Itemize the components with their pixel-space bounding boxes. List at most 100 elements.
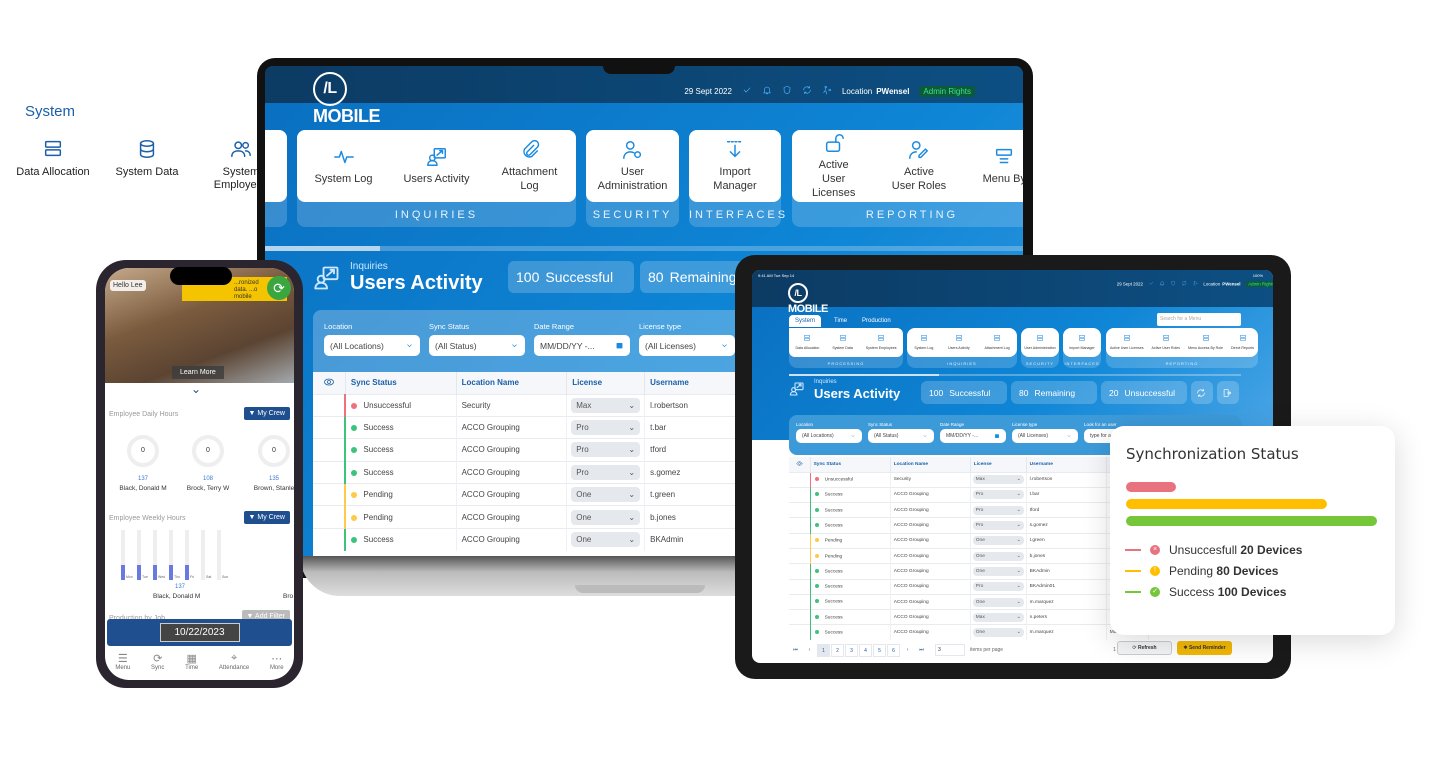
pager-nav-button[interactable]: ⏮ — [789, 647, 802, 653]
page-button[interactable]: 3 — [845, 643, 858, 657]
column-header[interactable]: License — [970, 457, 1027, 472]
table-row[interactable]: Pending ACCO Grouping One ⌄ b.jones — [313, 505, 763, 529]
header-shield-icon-button[interactable] — [782, 85, 792, 97]
header-sync-icon-button[interactable] — [802, 85, 812, 97]
table-row[interactable]: Pending ACCO Grouping One ⌄ t.green — [313, 483, 763, 506]
column-header[interactable]: Sync Status — [810, 457, 891, 472]
license-select[interactable]: One ⌄ — [972, 628, 1024, 638]
stat-successful[interactable]: 100 Successful — [921, 381, 1007, 404]
my-crew-button[interactable]: ▼ My Crew — [243, 407, 290, 420]
system-item[interactable]: Data Allocation — [8, 138, 98, 179]
menu-item[interactable]: System Log — [914, 334, 933, 351]
license-select[interactable]: Pro ⌄ — [571, 442, 641, 458]
menu-item[interactable]: Menu By — [977, 146, 1023, 186]
header-bell-icon-button[interactable] — [1159, 280, 1165, 287]
tab-production[interactable]: Production — [856, 315, 897, 327]
header-logout-icon-button[interactable] — [1192, 280, 1198, 287]
filter-select[interactable]: (All Locations) — [324, 335, 420, 356]
send-reminder-button[interactable]: ✱ Send Reminder — [1177, 641, 1232, 655]
table-row[interactable]: SuccessACCO GroupingPro⌄t.barTrevo — [789, 486, 1149, 503]
menu-item[interactable]: User Administration — [598, 139, 668, 193]
filter-select[interactable]: (All Licenses) — [639, 335, 735, 356]
page-button[interactable]: 4 — [859, 643, 872, 657]
sync-icon[interactable]: ⟳ — [267, 276, 291, 300]
license-select[interactable]: Max ⌄ — [972, 475, 1024, 485]
menu-scrollbar[interactable] — [265, 246, 1023, 251]
export-button[interactable] — [1217, 381, 1239, 404]
nav-time[interactable]: ▦ Time — [185, 652, 198, 671]
nav-sync[interactable]: ⟳ Sync — [151, 652, 164, 671]
license-select[interactable]: Max ⌄ — [972, 612, 1024, 622]
license-select[interactable]: One ⌄ — [972, 597, 1024, 607]
menu-item[interactable]: System Employees — [866, 334, 897, 351]
menu-item[interactable]: Active User Licenses — [806, 132, 861, 200]
pager-nav-button[interactable]: ⏭ — [915, 647, 928, 653]
my-crew-button[interactable]: ▼ My Crew — [243, 511, 290, 524]
table-row[interactable]: PendingACCO GroupingOne⌄t.greenTom — [789, 532, 1149, 549]
pager-nav-button[interactable]: ‹ — [803, 647, 816, 653]
column-header[interactable]: Location Name — [890, 457, 971, 472]
license-select[interactable]: Pro ⌄ — [571, 464, 641, 480]
menu-item[interactable]: Active User Roles — [1152, 334, 1180, 351]
license-select[interactable]: One ⌄ — [571, 509, 641, 525]
license-select[interactable]: One ⌄ — [571, 487, 641, 503]
table-row[interactable]: SuccessACCO GroupingMax⌄n.petersNick — [789, 609, 1149, 625]
pager-nav-button[interactable]: › — [901, 647, 914, 653]
menu-item[interactable]: Menu Access By Role — [1188, 334, 1223, 351]
menu-item[interactable]: Direct Reports — [1231, 334, 1254, 351]
table-row[interactable]: Success ACCO Grouping Pro ⌄ t.bar — [313, 415, 763, 439]
per-page-select[interactable]: 3 — [935, 644, 965, 656]
table-row[interactable]: Success ACCO Grouping One ⌄ BKAdmin — [313, 527, 763, 551]
table-row[interactable]: Success ACCO Grouping Pro ⌄ tford — [313, 438, 763, 462]
nav-menu[interactable]: ☰ Menu — [115, 652, 130, 671]
license-select[interactable]: One ⌄ — [571, 532, 641, 548]
column-header[interactable]: License — [566, 372, 646, 394]
menu-item[interactable]: Attachment Log — [495, 139, 565, 193]
table-row[interactable]: SuccessACCO GroupingOne⌄m.marquezMartin — [789, 593, 1149, 610]
refresh-button[interactable]: ⟳ Refresh — [1117, 641, 1172, 655]
stat-unsuccessful[interactable]: 20 Unsuccessful — [1101, 381, 1187, 404]
header-sync-icon-button[interactable] — [1181, 280, 1187, 287]
nav-attendance[interactable]: ⌖ Attendance — [219, 652, 249, 671]
license-select[interactable]: One ⌄ — [972, 551, 1024, 561]
header-check-icon-button[interactable] — [1148, 280, 1154, 287]
menu-item[interactable]: User Administration — [1024, 334, 1056, 351]
filter-select[interactable]: MM/DD/YY -... — [534, 335, 630, 356]
tab-time[interactable]: Time — [828, 315, 853, 327]
table-row[interactable]: PendingACCO GroupingOne⌄b.jonesBill — [789, 547, 1149, 564]
page-button[interactable]: 1 — [817, 643, 830, 657]
admin-rights-badge[interactable]: Admin Rights — [919, 85, 975, 97]
menu-search-input[interactable]: Search for a Menu — [1157, 313, 1241, 326]
table-row[interactable]: Unsuccessful Security Max ⌄ l.robertson — [313, 393, 763, 417]
column-visibility-button[interactable] — [789, 457, 811, 472]
refresh-button[interactable] — [1191, 381, 1213, 404]
table-row[interactable]: UnsuccessfulSecurityMax⌄l.robertsonLee — [789, 471, 1149, 488]
license-select[interactable]: Pro ⌄ — [571, 420, 641, 436]
menu-item[interactable]: Active User Licenses — [1110, 334, 1144, 351]
learn-more-button[interactable]: Learn More — [172, 366, 224, 379]
license-select[interactable]: Pro ⌄ — [972, 505, 1024, 515]
license-select[interactable]: One ⌄ — [972, 566, 1024, 576]
column-header[interactable]: Sync Status — [345, 372, 457, 394]
license-select[interactable]: Pro ⌄ — [972, 521, 1024, 531]
license-select[interactable]: One ⌄ — [972, 536, 1024, 546]
menu-item[interactable]: Attachment Log — [984, 334, 1010, 351]
page-button[interactable]: 2 — [831, 643, 844, 657]
nav-more[interactable]: ⋯ More — [270, 652, 284, 671]
menu-item[interactable]: Import Manager — [1069, 334, 1095, 351]
stat-successful[interactable]: 100 Successful — [508, 261, 634, 293]
license-select[interactable]: Pro ⌄ — [972, 490, 1024, 500]
menu-item[interactable]: Users Activity — [948, 334, 970, 351]
table-row[interactable]: SuccessACCO GroupingOne⌄BKAdminBK Ad — [789, 563, 1149, 580]
menu-item[interactable]: Users Activity — [402, 146, 472, 186]
system-item[interactable]: System Data — [102, 138, 192, 179]
filter-select[interactable]: MM/DD/YY -... — [940, 429, 1006, 443]
column-header[interactable]: Username — [1026, 457, 1107, 472]
filter-select[interactable]: (All Licenses) — [1012, 429, 1078, 443]
stat-remaining[interactable]: 80 Remaining — [1011, 381, 1097, 404]
table-row[interactable]: SuccessACCO GroupingOne⌄m.marquezMartin — [789, 624, 1149, 640]
menu-scrollbar[interactable] — [789, 374, 1241, 376]
expand-chevron-icon[interactable]: ⌄ — [191, 382, 201, 396]
date-picker[interactable]: 10/22/2023 — [159, 623, 240, 642]
license-select[interactable]: Max ⌄ — [571, 397, 641, 413]
